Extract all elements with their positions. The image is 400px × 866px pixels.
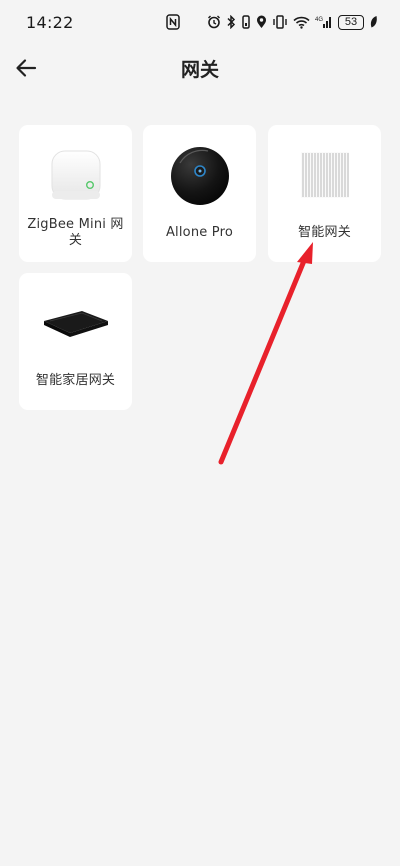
svg-text:4G: 4G (315, 17, 323, 23)
device-card-allone-pro[interactable]: Allone Pro (143, 125, 256, 262)
device-card-zigbee-mini[interactable]: ZigBee Mini 网关 (19, 125, 132, 262)
back-button[interactable] (12, 54, 40, 82)
device-label: 智能家居网关 (35, 373, 116, 388)
device-card-smart-home-gateway[interactable]: 智能家居网关 (19, 273, 132, 410)
bluetooth-icon (226, 14, 236, 30)
device-card-smart-gateway[interactable]: 智能网关 (268, 125, 381, 262)
top-bar: 网关 (0, 44, 400, 92)
nfc-icon (166, 14, 180, 34)
alarm-icon (207, 14, 221, 30)
vibrate-mode-icon (272, 14, 288, 30)
allone-pro-hub-image (143, 139, 256, 211)
signal-icon: 4G (315, 14, 333, 30)
status-icons: 4G 53 (207, 14, 378, 30)
smart-home-gateway-image (19, 287, 132, 359)
device-label: Allone Pro (165, 225, 234, 240)
device-label: 智能网关 (298, 225, 351, 240)
device-label: ZigBee Mini 网关 (27, 217, 124, 248)
zigbee-mini-hub-image (19, 139, 132, 211)
wifi-icon (293, 14, 310, 30)
leaf-icon (369, 14, 378, 30)
page-title: 网关 (180, 58, 219, 81)
status-bar: 14:22 4G 53 (0, 0, 400, 44)
arrow-left-icon (16, 59, 37, 77)
location-icon (256, 14, 267, 30)
smart-gateway-image (268, 139, 381, 211)
battery-indicator: 53 (338, 14, 364, 30)
vibrate-icon (241, 14, 251, 30)
status-time: 14:22 (26, 12, 74, 32)
